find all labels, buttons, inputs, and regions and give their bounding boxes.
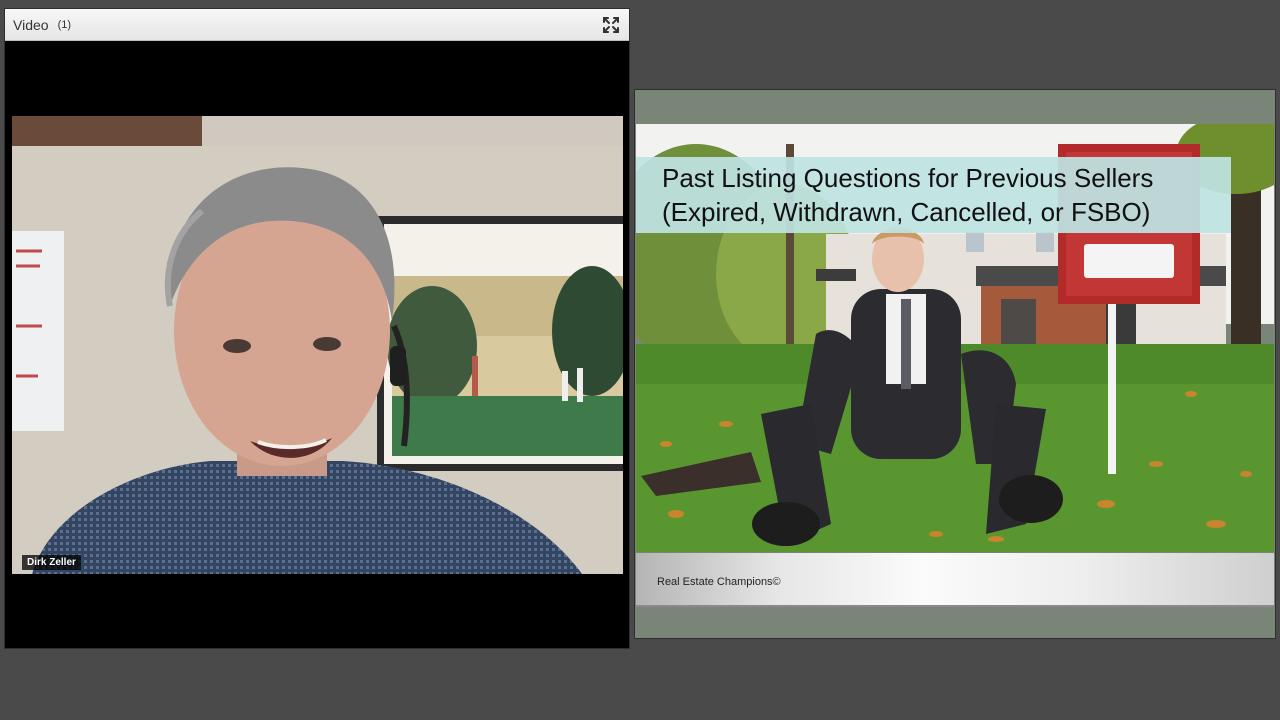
video-pod-header: Video (1) [5,9,629,41]
fullscreen-button[interactable] [602,16,620,34]
video-pod-title: Video [13,16,49,33]
expand-arrows-icon [603,17,619,33]
video-pod: Video (1) Dirk Zeller [4,8,630,649]
slide-footer-copyright: Real Estate Champions© [657,576,781,588]
slide-title-banner: Past Listing Questions for Previous Sell… [636,157,1231,233]
slide-footer: Real Estate Champions© [636,553,1274,607]
participant-name-tag: Dirk Zeller [22,555,81,570]
video-participant-count: (1) [57,18,72,31]
webcam-video-feed[interactable]: Dirk Zeller [12,116,623,574]
share-pod: Past Listing Questions for Previous Sell… [634,89,1276,639]
slide-title-line-1: Past Listing Questions for Previous Sell… [662,163,1154,193]
webcam-video-frame [12,116,623,574]
slide-title-line-2: (Expired, Withdrawn, Cancelled, or FSBO) [662,197,1151,227]
